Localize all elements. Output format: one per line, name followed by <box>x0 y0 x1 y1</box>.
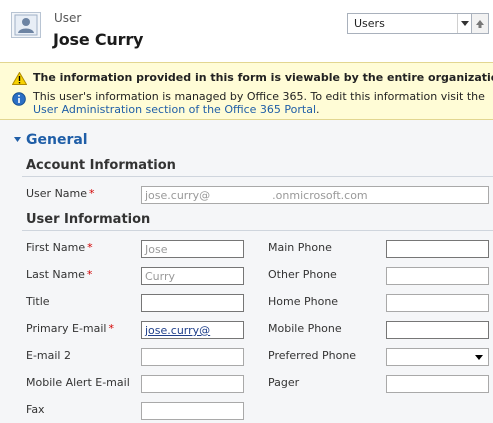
info-icon <box>12 91 26 110</box>
record-name-title: Jose Curry <box>53 30 144 49</box>
form-selector-value: Users <box>354 17 385 30</box>
title-label: Title <box>26 295 50 308</box>
user-info-title: User Information <box>26 212 151 227</box>
home-phone-label: Home Phone <box>268 295 339 308</box>
section-divider <box>22 176 493 177</box>
pager-field[interactable] <box>386 375 489 393</box>
preferred-phone-label: Preferred Phone <box>268 349 357 362</box>
title-field[interactable] <box>141 294 244 312</box>
other-phone-field[interactable] <box>386 267 489 285</box>
mobile-alert-email-label: Mobile Alert E-mail <box>26 376 130 389</box>
tab-general-label: General <box>26 132 88 148</box>
office365-portal-link[interactable]: User Administration section of the Offic… <box>33 103 316 116</box>
email2-label: E-mail 2 <box>26 349 71 362</box>
warning-message: The information provided in this form is… <box>33 71 493 84</box>
last-name-field[interactable]: Curry <box>141 267 244 285</box>
collapse-triangle-icon[interactable] <box>14 137 21 142</box>
fax-label: Fax <box>26 403 45 416</box>
main-phone-label: Main Phone <box>268 241 332 254</box>
user-name-label: User Name * <box>26 187 95 200</box>
arrow-up-icon[interactable] <box>472 13 489 34</box>
chevron-down-icon[interactable] <box>475 355 483 360</box>
email2-field[interactable] <box>141 348 244 366</box>
info-message-end: . <box>316 103 320 116</box>
primary-email-label: Primary E-mail * <box>26 322 114 335</box>
user-name-field[interactable]: jose.curry@ .onmicrosoft.com <box>141 186 489 204</box>
form-selector-dropdown[interactable]: Users <box>347 13 472 34</box>
last-name-label: Last Name * <box>26 268 93 281</box>
mobile-phone-field[interactable] <box>386 321 489 339</box>
mobile-phone-label: Mobile Phone <box>268 322 342 335</box>
section-divider <box>22 230 493 231</box>
first-name-label: First Name * <box>26 241 93 254</box>
pager-label: Pager <box>268 376 300 389</box>
main-phone-field[interactable] <box>386 240 489 258</box>
record-type-label: User <box>54 11 82 25</box>
info-message-text: This user's information is managed by Of… <box>33 90 485 103</box>
info-message: This user's information is managed by Of… <box>33 90 488 116</box>
other-phone-label: Other Phone <box>268 268 337 281</box>
fax-field[interactable] <box>141 402 244 420</box>
warning-icon <box>11 70 28 89</box>
mobile-alert-email-field[interactable] <box>141 375 244 393</box>
home-phone-field[interactable] <box>386 294 489 312</box>
chevron-down-icon[interactable] <box>457 14 471 33</box>
form-body: General Account Information User Name * j… <box>0 120 493 423</box>
user-avatar-icon <box>11 12 41 38</box>
primary-email-field[interactable]: jose.curry@ <box>141 321 244 339</box>
first-name-field[interactable]: Jose <box>141 240 244 258</box>
account-info-title: Account Information <box>26 158 176 173</box>
preferred-phone-select[interactable] <box>386 348 489 366</box>
notification-bar: The information provided in this form is… <box>0 62 493 120</box>
record-header: User Jose Curry Users <box>0 0 493 62</box>
